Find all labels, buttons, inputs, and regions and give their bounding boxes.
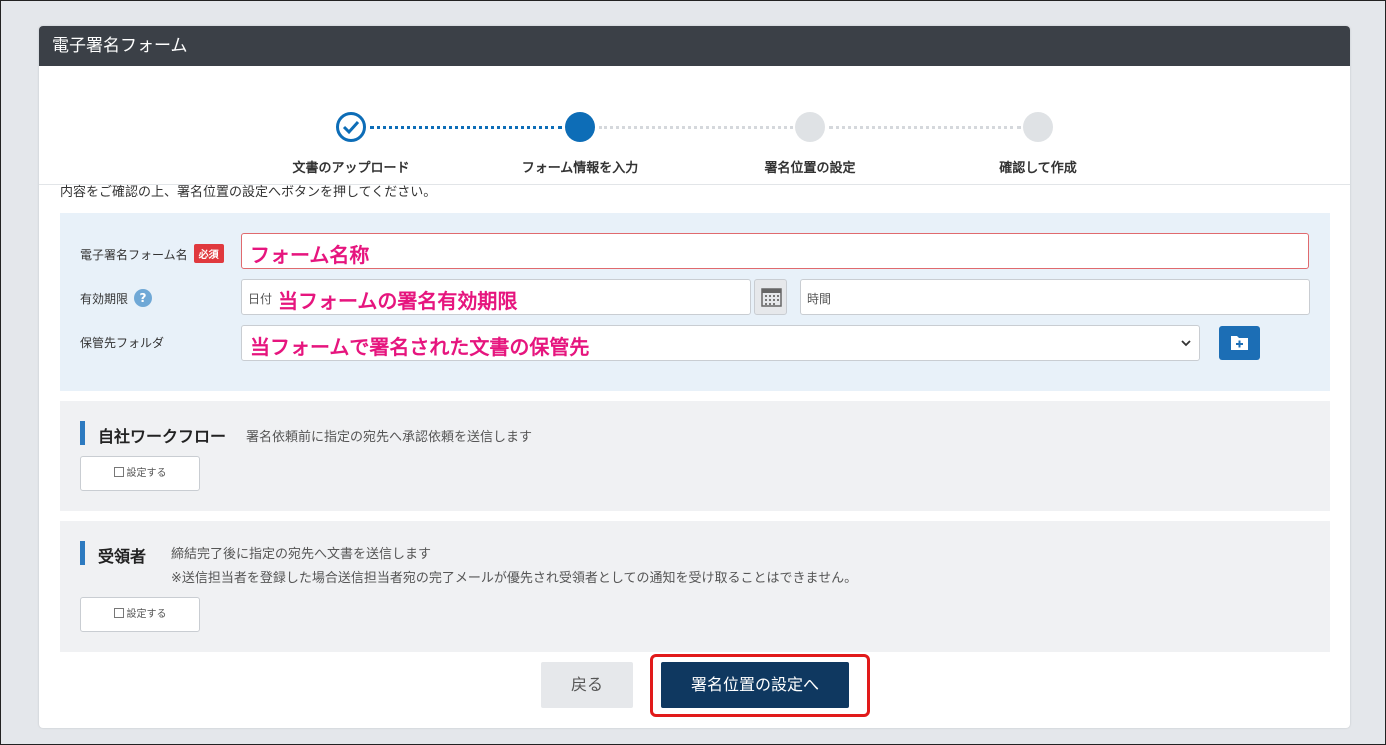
stepper: 文書のアップロード フォーム情報を入力 署名位置の設定 確認して作成 xyxy=(39,66,1350,185)
chevron-down-icon xyxy=(1181,336,1191,350)
form-name-input[interactable]: フォーム名称 xyxy=(241,233,1309,269)
folder-plus-icon xyxy=(1231,336,1248,350)
form-fields: 電子署名フォーム名 必須 フォーム名称 有効期限 ? 日付 当フォームの署名有効期… xyxy=(60,213,1330,391)
recipient-description: 締結完了後に指定の宛先へ文書を送信します xyxy=(171,547,432,562)
date-value: 当フォームの署名有効期限 xyxy=(278,289,518,313)
folder-select[interactable]: 当フォームで署名された文書の保管先 xyxy=(241,325,1200,361)
date-placeholder: 日付 xyxy=(248,292,273,306)
workflow-settings-label: 設定する xyxy=(126,468,167,479)
folder-value: 当フォームで署名された文書の保管先 xyxy=(250,335,590,359)
workflow-settings-button[interactable]: 設定する xyxy=(80,456,200,491)
workflow-section: 自社ワークフロー 署名依頼前に指定の宛先へ承認依頼を送信します 設定する xyxy=(60,401,1330,511)
checkbox-icon xyxy=(113,608,124,618)
step-pending-icon xyxy=(795,112,825,142)
expiry-date-input[interactable]: 日付 当フォームの署名有効期限 xyxy=(241,279,751,315)
step-completed-check-icon xyxy=(336,112,366,142)
form-name-value: フォーム名称 xyxy=(250,243,370,267)
step-active-icon xyxy=(565,112,595,142)
recipient-note: ※送信担当者を登録した場合送信担当者宛の完了メールが優先され受領者としての通知を… xyxy=(171,571,858,586)
step-label: 署名位置の設定 xyxy=(764,161,856,176)
step-pending-icon xyxy=(1023,112,1053,142)
calendar-button[interactable] xyxy=(754,279,787,315)
workflow-description: 署名依頼前に指定の宛先へ承認依頼を送信します xyxy=(246,430,533,445)
page-title: 電子署名フォーム xyxy=(39,26,1350,66)
form-name-label: 電子署名フォーム名 必須 xyxy=(80,244,224,263)
step-label: 確認して作成 xyxy=(999,161,1077,176)
recipient-title: 受領者 xyxy=(98,547,147,566)
form-name-label-text: 電子署名フォーム名 xyxy=(80,248,188,262)
back-button[interactable]: 戻る xyxy=(541,662,633,708)
help-icon[interactable]: ? xyxy=(134,289,152,307)
step-label: 文書のアップロード xyxy=(292,161,410,176)
section-accent-bar xyxy=(80,541,85,565)
signature-position-button[interactable]: 署名位置の設定へ xyxy=(661,662,849,708)
folder-label: 保管先フォルダ xyxy=(80,336,165,350)
calendar-icon xyxy=(761,288,782,307)
add-folder-button[interactable] xyxy=(1219,326,1260,360)
recipient-section: 受領者 締結完了後に指定の宛先へ文書を送信します ※送信担当者を登録した場合送信… xyxy=(60,521,1330,652)
recipient-settings-label: 設定する xyxy=(126,609,167,620)
step-connector xyxy=(370,126,562,129)
expiry-time-input[interactable]: 時間 xyxy=(800,279,1310,315)
step-connector xyxy=(829,126,1021,129)
step-connector xyxy=(599,126,793,129)
section-accent-bar xyxy=(80,421,85,445)
recipient-settings-button[interactable]: 設定する xyxy=(80,597,200,632)
checkbox-icon xyxy=(113,467,124,477)
workflow-title: 自社ワークフロー xyxy=(98,427,227,446)
step-label: フォーム情報を入力 xyxy=(521,161,639,176)
instruction-text: 内容をご確認の上、署名位置の設定へボタンを押してください。 xyxy=(60,185,437,200)
required-badge: 必須 xyxy=(193,244,224,263)
expiry-label: 有効期限 xyxy=(80,292,129,306)
time-placeholder: 時間 xyxy=(807,292,832,306)
